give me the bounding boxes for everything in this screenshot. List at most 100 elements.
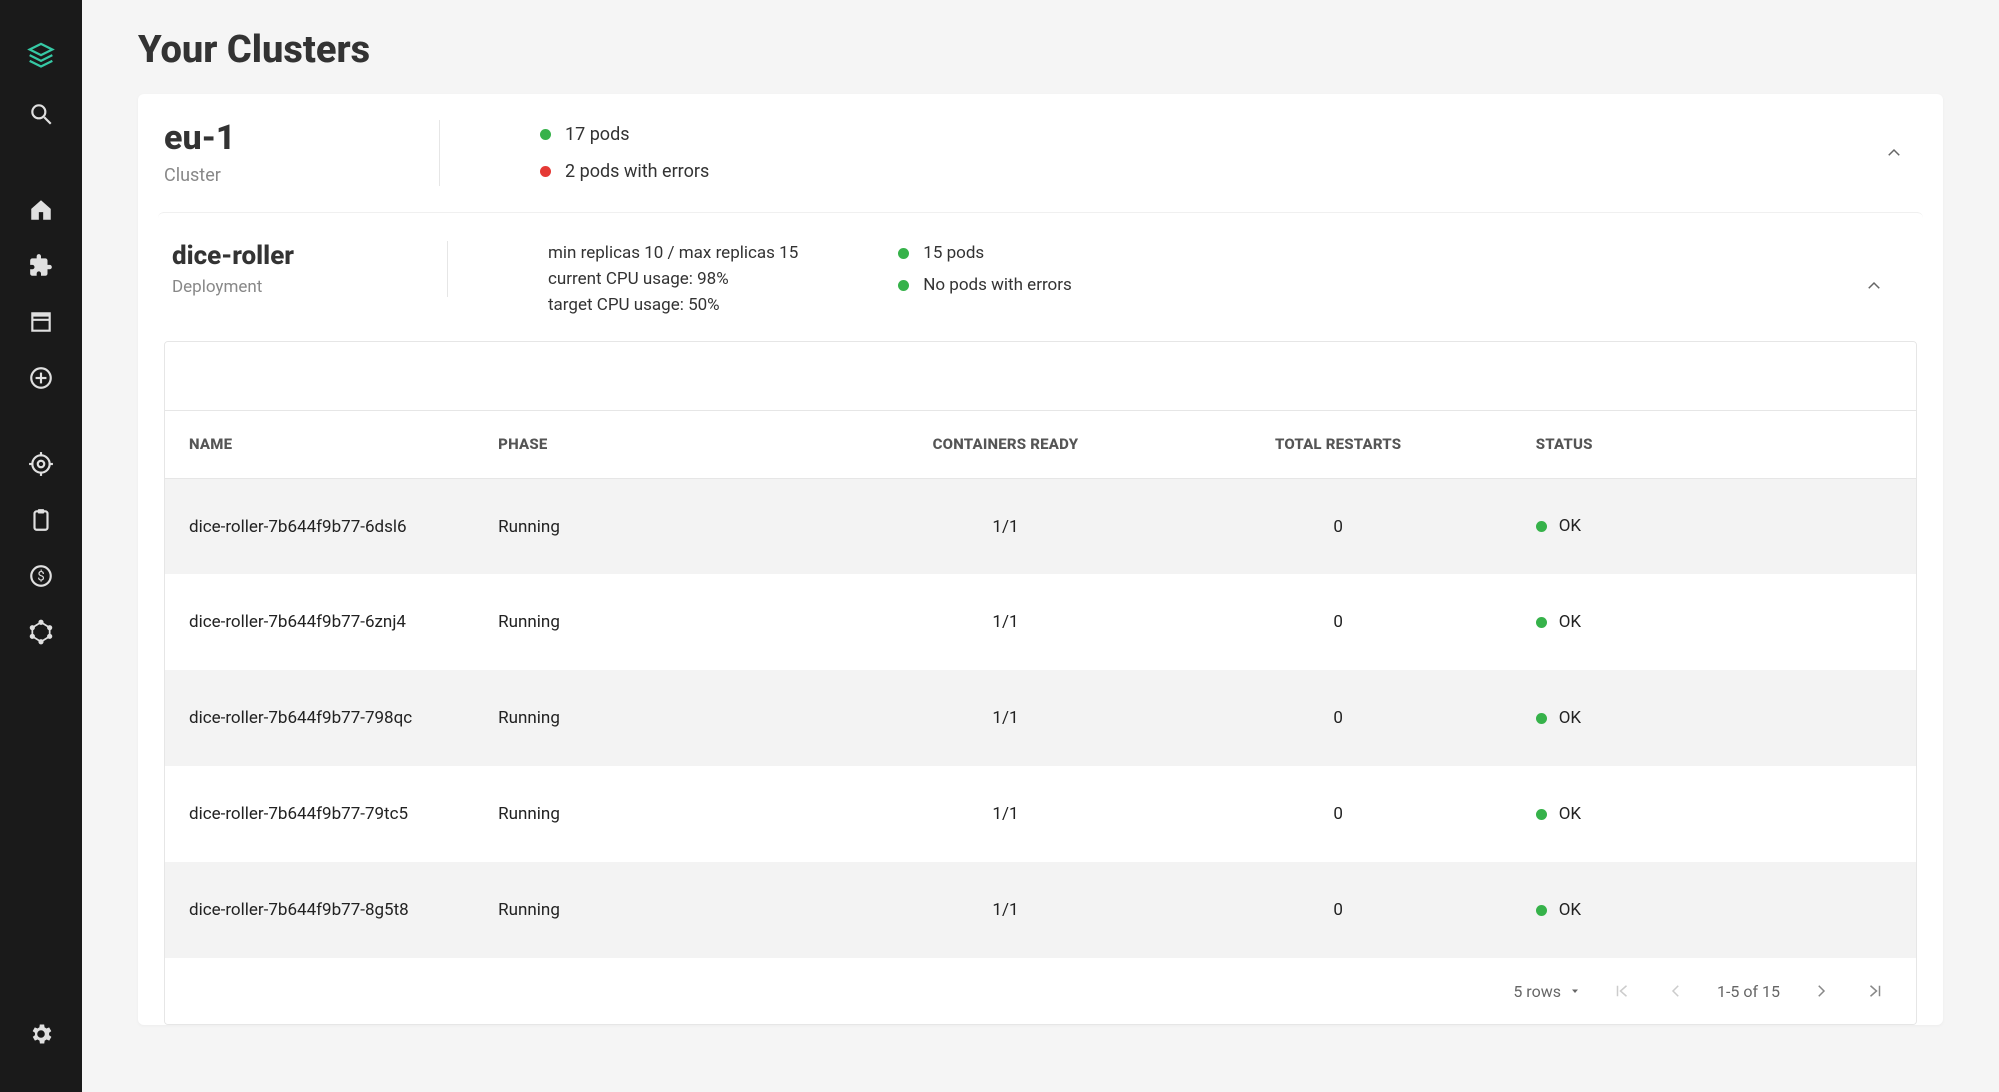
cell-name: dice-roller-7b644f9b77-79tc5	[165, 766, 480, 862]
deployment-card: dice-roller Deployment min replicas 10 /…	[158, 212, 1923, 1025]
deployment-current-cpu-line: current CPU usage: 98%	[548, 269, 798, 289]
cell-ready: 1/1	[830, 478, 1180, 574]
status-text: OK	[1559, 900, 1581, 920]
cell-restarts: 0	[1181, 574, 1496, 670]
first-page-button[interactable]	[1609, 978, 1635, 1004]
table-row[interactable]: dice-roller-7b644f9b77-798qcRunning1/10 O…	[165, 670, 1916, 766]
cluster-header: eu-1 Cluster 17 pods 2 pods with errors	[138, 94, 1943, 212]
cluster-pods-text: 17 pods	[565, 124, 630, 145]
status-dot-green-icon	[1536, 809, 1547, 820]
add-circle-icon[interactable]	[0, 350, 82, 406]
collapse-cluster-button[interactable]	[1879, 138, 1909, 168]
pagination-range: 1-5 of 15	[1717, 982, 1780, 1001]
status-text: OK	[1559, 612, 1581, 632]
status-dot-green-icon	[1536, 905, 1547, 916]
graphql-icon[interactable]	[0, 604, 82, 660]
deployment-stats: 15 pods No pods with errors	[798, 241, 1072, 307]
col-header-phase: PHASE	[480, 410, 830, 478]
rows-per-page-select[interactable]: 5 rows	[1513, 982, 1581, 1001]
table-header-row: NAME PHASE CONTAINERS READY TOTAL RESTAR…	[165, 410, 1916, 478]
cell-status: OK	[1496, 670, 1916, 766]
table-row[interactable]: dice-roller-7b644f9b77-6dsl6Running1/10O…	[165, 478, 1916, 574]
cell-status: OK	[1496, 574, 1916, 670]
library-icon[interactable]	[0, 294, 82, 350]
cell-ready: 1/1	[830, 766, 1180, 862]
money-icon[interactable]: $	[0, 548, 82, 604]
status-text: OK	[1559, 516, 1581, 536]
target-icon[interactable]	[0, 436, 82, 492]
col-header-name: NAME	[165, 410, 480, 478]
extension-icon[interactable]	[0, 238, 82, 294]
cell-restarts: 0	[1181, 766, 1496, 862]
cell-name: dice-roller-7b644f9b77-6znj4	[165, 574, 480, 670]
table-row[interactable]: dice-roller-7b644f9b77-8g5t8Running1/10O…	[165, 862, 1916, 958]
deployment-errors-text: No pods with errors	[923, 275, 1072, 295]
table-row[interactable]: dice-roller-7b644f9b77-79tc5Running1/10 O…	[165, 766, 1916, 862]
cell-name: dice-roller-7b644f9b77-8g5t8	[165, 862, 480, 958]
status-dot-green-icon	[1536, 617, 1547, 628]
svg-text:$: $	[37, 569, 44, 584]
rows-per-page-label: 5 rows	[1513, 982, 1561, 1001]
table-row[interactable]: dice-roller-7b644f9b77-6znj4Running1/10 O…	[165, 574, 1916, 670]
deployment-meta: min replicas 10 / max replicas 15 curren…	[448, 241, 798, 321]
deployment-pods-text: 15 pods	[923, 243, 984, 263]
chevron-up-icon	[1885, 144, 1903, 162]
status-dot-green-icon	[1536, 713, 1547, 724]
status-text: OK	[1559, 804, 1581, 824]
cell-phase: Running	[480, 478, 830, 574]
deployment-pods-line: 15 pods	[898, 243, 1072, 263]
chevron-up-icon	[1865, 277, 1883, 295]
collapse-deployment-button[interactable]	[1859, 271, 1889, 301]
cluster-errors-text: 2 pods with errors	[565, 161, 709, 182]
cell-restarts: 0	[1181, 670, 1496, 766]
settings-icon[interactable]	[0, 1006, 82, 1062]
deployment-type-label: Deployment	[172, 277, 427, 297]
cell-name: dice-roller-7b644f9b77-798qc	[165, 670, 480, 766]
cell-ready: 1/1	[830, 574, 1180, 670]
cell-phase: Running	[480, 766, 830, 862]
col-header-status: STATUS	[1496, 410, 1916, 478]
cell-phase: Running	[480, 862, 830, 958]
cluster-errors-line: 2 pods with errors	[540, 161, 709, 182]
col-header-ready: CONTAINERS READY	[830, 410, 1180, 478]
deployment-replicas-line: min replicas 10 / max replicas 15	[548, 243, 798, 263]
cluster-name: eu-1	[164, 120, 419, 157]
prev-page-button[interactable]	[1663, 978, 1689, 1004]
cell-status: OK	[1496, 478, 1916, 574]
status-dot-green-icon	[1536, 521, 1547, 532]
cell-phase: Running	[480, 574, 830, 670]
cell-restarts: 0	[1181, 478, 1496, 574]
deployment-target-cpu-line: target CPU usage: 50%	[548, 295, 798, 315]
deployment-header: dice-roller Deployment min replicas 10 /…	[158, 231, 1923, 341]
last-page-button[interactable]	[1862, 978, 1888, 1004]
caret-down-icon	[1569, 985, 1581, 997]
cell-status: OK	[1496, 862, 1916, 958]
cell-status: OK	[1496, 766, 1916, 862]
deployment-name: dice-roller	[172, 241, 427, 271]
cell-ready: 1/1	[830, 862, 1180, 958]
logo-icon[interactable]	[0, 30, 82, 86]
status-dot-green-icon	[540, 129, 551, 140]
chevron-right-icon	[1812, 982, 1830, 1000]
col-header-restarts: TOTAL RESTARTS	[1181, 410, 1496, 478]
pods-table-wrap: NAME PHASE CONTAINERS READY TOTAL RESTAR…	[164, 341, 1917, 1025]
deployment-title-block: dice-roller Deployment	[168, 241, 448, 297]
status-dot-green-icon	[898, 248, 909, 259]
clipboard-icon[interactable]	[0, 492, 82, 548]
first-page-icon	[1613, 982, 1631, 1000]
cluster-stats: 17 pods 2 pods with errors	[440, 120, 709, 182]
main-content: Your Clusters eu-1 Cluster 17 pods 2 pod…	[82, 0, 1999, 1092]
home-icon[interactable]	[0, 182, 82, 238]
status-text: OK	[1559, 708, 1581, 728]
pods-table: NAME PHASE CONTAINERS READY TOTAL RESTAR…	[165, 342, 1916, 958]
next-page-button[interactable]	[1808, 978, 1834, 1004]
search-icon[interactable]	[0, 86, 82, 142]
cell-ready: 1/1	[830, 670, 1180, 766]
chevron-left-icon	[1667, 982, 1685, 1000]
cell-phase: Running	[480, 670, 830, 766]
status-dot-green-icon	[898, 280, 909, 291]
cluster-card: eu-1 Cluster 17 pods 2 pods with errors	[138, 94, 1943, 1025]
status-dot-red-icon	[540, 166, 551, 177]
deployment-errors-line: No pods with errors	[898, 275, 1072, 295]
sidebar: $	[0, 0, 82, 1092]
